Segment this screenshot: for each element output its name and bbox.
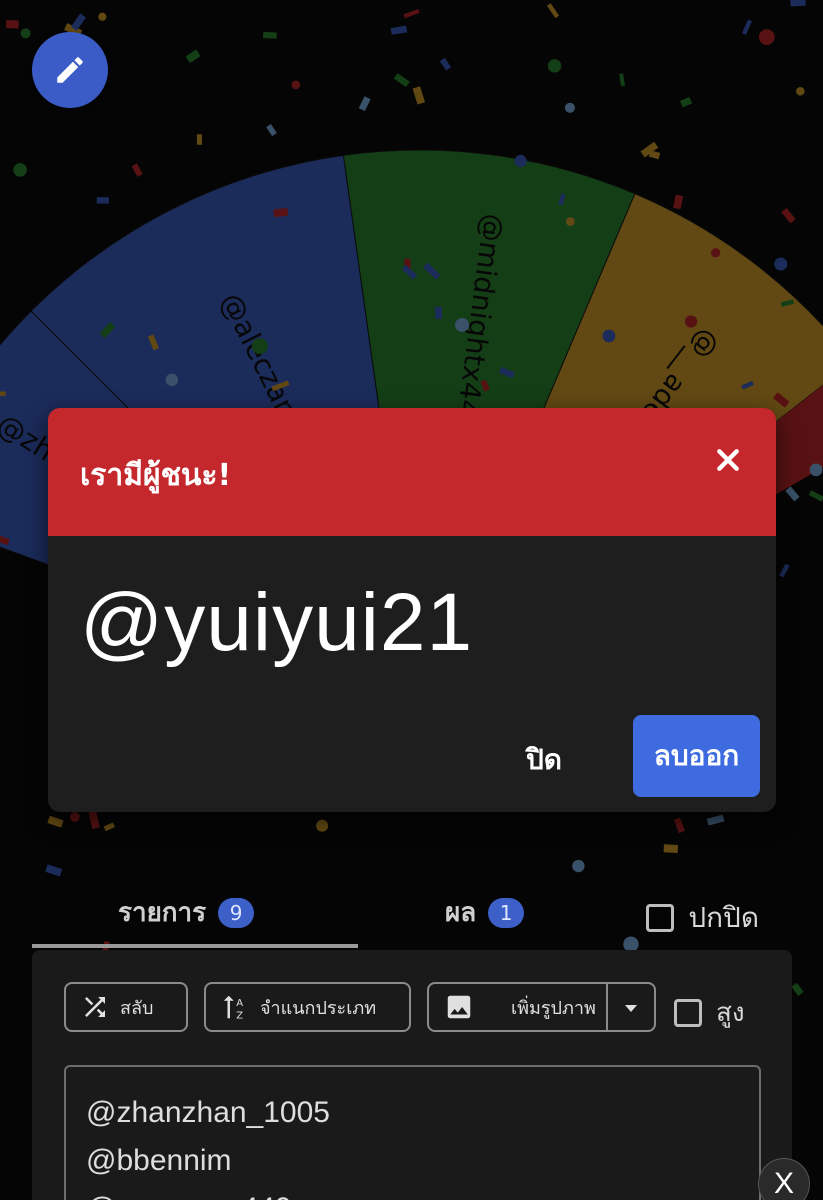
hide-label: ปกปิด	[688, 901, 759, 934]
winner-name: @yuiyui21	[80, 577, 474, 668]
sort-button[interactable]: A Z จำแนกประเภท	[204, 982, 411, 1032]
entries-textarea[interactable]: @zhanzhan_1005 @bbennim @aoonamo449	[64, 1065, 761, 1200]
dialog-title: เรามีผู้ชนะ!	[80, 458, 232, 493]
shuffle-button[interactable]: สลับ	[64, 982, 188, 1032]
shuffle-label: สลับ	[120, 997, 154, 1019]
split-divider	[606, 984, 608, 1030]
entries-panel: สลับ A Z จำแนกประเภท เพิ่มรูปภาพ สูง @zh…	[32, 950, 792, 1200]
add-image-label: เพิ่มรูปภาพ	[511, 997, 596, 1019]
pencil-icon	[57, 57, 83, 83]
close-icon[interactable]	[708, 440, 748, 480]
dropdown-arrow-icon[interactable]	[624, 1004, 638, 1014]
active-tab-indicator	[32, 944, 358, 948]
svg-text:A: A	[236, 998, 243, 1009]
tab-bar: รายการ 9 ผล 1 ปกปิด	[0, 880, 823, 950]
hide-toggle[interactable]: ปกปิด	[646, 896, 759, 940]
tab-entries-label: รายการ	[118, 898, 207, 928]
svg-text:Z: Z	[236, 1010, 243, 1021]
entry-line: @aoonamo449	[86, 1185, 739, 1200]
sort-icon: A Z	[223, 995, 243, 1021]
tab-results-label: ผล	[445, 898, 477, 928]
app-stage: @zhanzhan_1005@aleczan@midnightx444@__ad…	[0, 0, 823, 1200]
tab-results[interactable]: ผล 1	[445, 892, 525, 933]
shuffle-icon	[85, 997, 105, 1017]
dialog-header: เรามีผู้ชนะ!	[48, 408, 776, 536]
tab-entries[interactable]: รายการ 9	[118, 892, 255, 933]
results-count-badge: 1	[488, 897, 525, 928]
tall-toggle[interactable]: สูง	[674, 992, 745, 1033]
sort-label: จำแนกประเภท	[260, 997, 377, 1019]
tall-checkbox[interactable]	[674, 998, 702, 1027]
entry-line: @bbennim	[86, 1144, 232, 1177]
entries-count-badge: 9	[218, 897, 255, 928]
add-image-button[interactable]: เพิ่มรูปภาพ	[427, 982, 656, 1032]
image-icon	[447, 995, 471, 1019]
hide-checkbox[interactable]	[646, 904, 675, 932]
winner-dialog: เรามีผู้ชนะ! @yuiyui21 ปิด ลบออก	[48, 408, 776, 812]
tall-label: สูง	[716, 998, 745, 1028]
entry-line: @zhanzhan_1005	[86, 1096, 330, 1129]
remove-button[interactable]: ลบออก	[633, 715, 760, 797]
close-button[interactable]: ปิด	[526, 738, 562, 782]
edit-button[interactable]	[32, 32, 108, 108]
